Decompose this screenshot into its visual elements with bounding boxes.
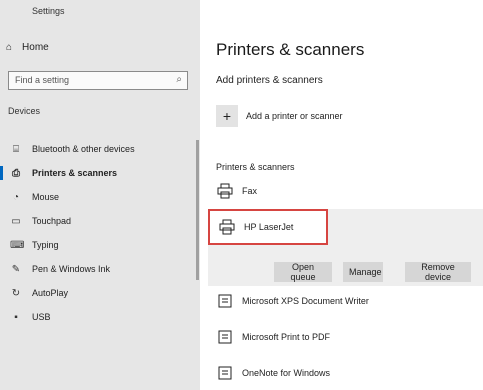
sidebar-item-label: Printers & scanners bbox=[32, 168, 118, 178]
sidebar-item-bluetooth[interactable]: ⌸ Bluetooth & other devices bbox=[0, 138, 200, 160]
device-name: Microsoft Print to PDF bbox=[242, 332, 331, 342]
printer-icon bbox=[218, 218, 236, 236]
printer-icon bbox=[216, 328, 234, 346]
printer-icon bbox=[216, 364, 234, 382]
selected-device-panel: HP LaserJet Open queue Manage Remove dev… bbox=[208, 209, 483, 286]
search-icon: ⌕ bbox=[176, 74, 182, 85]
search-placeholder: Find a setting bbox=[15, 75, 70, 85]
plus-icon: + bbox=[216, 105, 238, 127]
mouse-icon: ◔ bbox=[12, 191, 20, 203]
home-nav[interactable]: ⌂ Home bbox=[6, 42, 49, 53]
device-name: Microsoft XPS Document Writer bbox=[242, 296, 369, 306]
home-label: Home bbox=[22, 42, 49, 53]
device-onenote[interactable]: OneNote for Windows bbox=[216, 364, 330, 382]
sidebar-item-label: AutoPlay bbox=[32, 288, 69, 298]
open-queue-button[interactable]: Open queue bbox=[274, 262, 332, 282]
device-name: OneNote for Windows bbox=[242, 368, 331, 378]
autoplay-icon: ↻ bbox=[11, 287, 21, 299]
usb-icon: ▪ bbox=[14, 311, 18, 323]
main-content: Printers & scanners Add printers & scann… bbox=[200, 0, 483, 390]
sidebar-item-label: Typing bbox=[32, 240, 59, 250]
page-title: Printers & scanners bbox=[216, 40, 365, 59]
device-fax[interactable]: Fax bbox=[216, 182, 257, 200]
sidebar-item-pen[interactable]: ✎ Pen & Windows Ink bbox=[0, 258, 200, 280]
sidebar-item-printers[interactable]: ⎙ Printers & scanners bbox=[0, 162, 200, 184]
pen-icon: ✎ bbox=[11, 263, 21, 275]
sidebar-item-usb[interactable]: ▪ USB bbox=[0, 306, 200, 328]
window-title: Settings bbox=[32, 6, 65, 16]
sidebar-item-autoplay[interactable]: ↻ AutoPlay bbox=[0, 282, 200, 304]
sidebar-item-mouse[interactable]: ◔ Mouse bbox=[0, 186, 200, 208]
touchpad-icon: ▭ bbox=[11, 215, 21, 227]
add-printer-button[interactable]: + Add a printer or scanner bbox=[216, 105, 343, 127]
list-heading: Printers & scanners bbox=[216, 162, 295, 172]
add-printer-label: Add a printer or scanner bbox=[246, 111, 343, 121]
sidebar: Settings ⌂ Home Find a setting ⌕ Devices… bbox=[0, 0, 200, 390]
device-name: Fax bbox=[242, 186, 258, 196]
sidebar-item-label: USB bbox=[32, 312, 51, 322]
section-label: Devices bbox=[8, 106, 41, 116]
manage-button[interactable]: Manage bbox=[343, 262, 383, 282]
device-hp-laserjet[interactable]: HP LaserJet bbox=[208, 209, 328, 245]
sidebar-item-label: Touchpad bbox=[32, 216, 72, 226]
device-xps-writer[interactable]: Microsoft XPS Document Writer bbox=[216, 292, 369, 310]
sidebar-item-typing[interactable]: ⌨ Typing bbox=[0, 234, 200, 256]
sidebar-scrollbar[interactable] bbox=[196, 140, 199, 280]
remove-device-button[interactable]: Remove device bbox=[405, 262, 471, 282]
add-heading: Add printers & scanners bbox=[216, 75, 323, 86]
device-print-to-pdf[interactable]: Microsoft Print to PDF bbox=[216, 328, 330, 346]
printer-icon: ⎙ bbox=[12, 167, 20, 179]
printer-icon bbox=[216, 292, 234, 310]
sidebar-item-label: Bluetooth & other devices bbox=[32, 144, 135, 154]
sidebar-item-touchpad[interactable]: ▭ Touchpad bbox=[0, 210, 200, 232]
printer-icon bbox=[216, 182, 234, 200]
device-name: HP LaserJet bbox=[244, 222, 294, 232]
sidebar-item-label: Pen & Windows Ink bbox=[32, 264, 111, 274]
home-icon: ⌂ bbox=[6, 42, 13, 53]
search-input[interactable]: Find a setting ⌕ bbox=[8, 71, 188, 90]
typing-icon: ⌨ bbox=[10, 239, 25, 251]
bluetooth-icon: ⌸ bbox=[13, 143, 19, 155]
sidebar-item-label: Mouse bbox=[32, 192, 60, 202]
